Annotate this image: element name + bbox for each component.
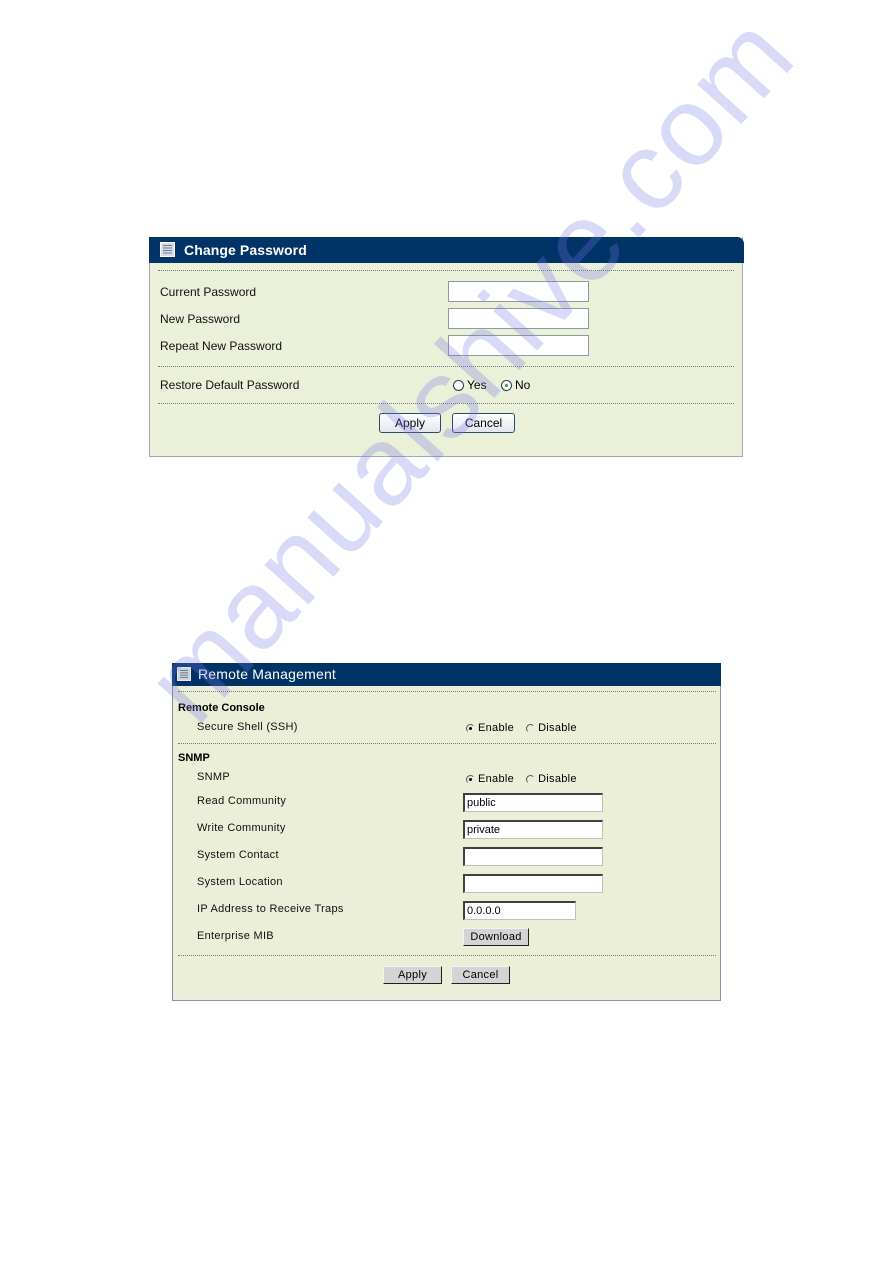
current-password-input[interactable] <box>448 281 589 302</box>
divider <box>178 955 716 956</box>
document-list-icon <box>177 667 191 686</box>
system-contact-label: System Contact <box>197 849 279 861</box>
radio-label: Enable <box>478 773 515 785</box>
cancel-button[interactable]: Cancel <box>451 966 510 984</box>
ssh-enable-radio[interactable] <box>466 723 475 733</box>
panel-header: Remote Management <box>172 663 721 686</box>
snmp-heading: SNMP <box>178 752 210 764</box>
write-community-input[interactable] <box>463 820 603 839</box>
radio-label: Enable <box>478 722 515 734</box>
enterprise-mib-label: Enterprise MIB <box>197 930 274 942</box>
remote-console-heading: Remote Console <box>178 702 265 714</box>
restore-yes-radio[interactable]: Yes <box>453 378 487 392</box>
restore-no-radio[interactable]: No <box>501 378 530 392</box>
system-contact-input[interactable] <box>463 847 603 866</box>
panel-title: Change Password <box>184 242 307 258</box>
panel-header: Change Password <box>149 237 744 263</box>
snmp-disable-radio[interactable] <box>526 774 536 784</box>
divider <box>158 403 734 404</box>
radio-label: No <box>515 378 531 392</box>
new-password-label: New Password <box>160 312 241 326</box>
radio-unchecked-icon[interactable] <box>453 379 464 391</box>
radio-label: Disable <box>538 773 577 785</box>
radio-label: Yes <box>467 378 487 392</box>
read-community-label: Read Community <box>197 795 287 807</box>
snmp-enable-radio[interactable] <box>466 774 475 784</box>
divider <box>158 366 734 367</box>
restore-default-label: Restore Default Password <box>160 378 300 392</box>
system-location-input[interactable] <box>463 874 603 893</box>
current-password-label: Current Password <box>160 285 257 299</box>
trap-ip-input[interactable] <box>463 901 576 920</box>
system-location-label: System Location <box>197 876 283 888</box>
new-password-input[interactable] <box>448 308 589 329</box>
change-password-panel: Change Password Current Password New Pas… <box>149 237 744 457</box>
read-community-input[interactable] <box>463 793 603 812</box>
ssh-disable-radio[interactable] <box>526 723 536 733</box>
trap-ip-label: IP Address to Receive Traps <box>197 903 344 915</box>
snmp-radio-group: Enable Disable <box>466 773 577 785</box>
apply-button[interactable]: Apply <box>379 413 441 433</box>
repeat-password-label: Repeat New Password <box>160 339 283 353</box>
divider <box>178 691 716 692</box>
repeat-password-input[interactable] <box>448 335 589 356</box>
radio-label: Disable <box>538 722 577 734</box>
download-mib-button[interactable]: Download <box>463 928 529 946</box>
document-list-icon <box>160 242 175 262</box>
snmp-label: SNMP <box>197 771 230 783</box>
write-community-label: Write Community <box>197 822 286 834</box>
ssh-label: Secure Shell (SSH) <box>197 721 298 733</box>
radio-checked-icon[interactable] <box>501 379 512 391</box>
cancel-button[interactable]: Cancel <box>452 413 515 433</box>
panel-title: Remote Management <box>198 666 337 682</box>
remote-management-panel: Remote Management Remote Console Secure … <box>172 663 721 1001</box>
apply-button[interactable]: Apply <box>383 966 442 984</box>
ssh-radio-group: Enable Disable <box>466 722 577 734</box>
divider <box>158 270 734 271</box>
divider <box>178 743 716 744</box>
